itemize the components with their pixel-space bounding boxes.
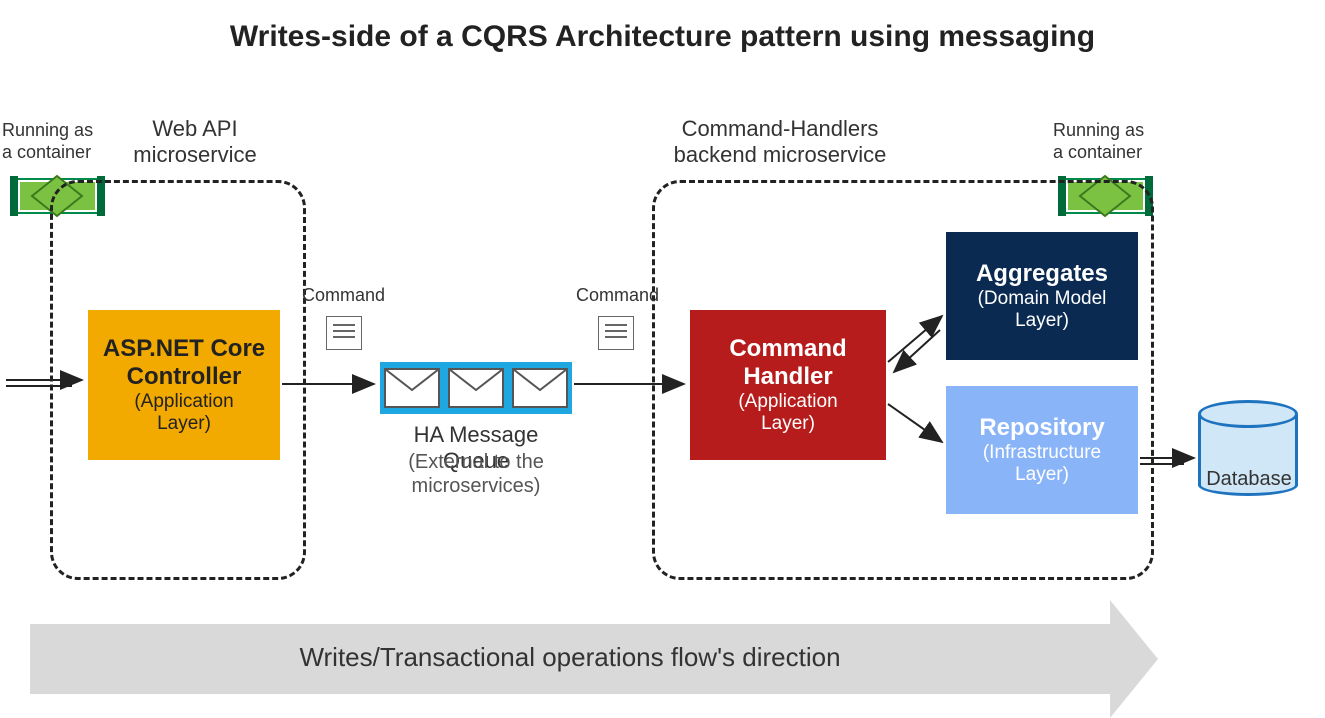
doc-icon-1: [326, 316, 362, 350]
command-label-1: Command: [302, 285, 385, 307]
handler-sub: (Application Layer): [690, 391, 886, 435]
repository-title: Repository: [946, 414, 1138, 442]
diagram-title: Writes-side of a CQRS Architecture patte…: [0, 20, 1325, 54]
handler-title: Command Handler: [690, 335, 886, 391]
running-label-right: Running as a container: [1053, 120, 1163, 163]
database-label: Database: [1194, 468, 1304, 491]
repository-sub: (Infrastructure Layer): [946, 442, 1138, 486]
flow-arrow: Writes/Transactional operations flow's d…: [30, 624, 1110, 694]
repository-block: Repository (Infrastructure Layer): [946, 386, 1138, 514]
aggregates-block: Aggregates (Domain Model Layer): [946, 232, 1138, 360]
command-label-2: Command: [576, 285, 659, 307]
doc-icon-2: [598, 316, 634, 350]
envelope-icon: [512, 368, 568, 408]
queue-sub: (External to the microservices): [380, 450, 572, 498]
aggregates-title: Aggregates: [946, 260, 1138, 288]
handler-block: Command Handler (Application Layer): [690, 310, 886, 460]
controller-sub: (Application Layer): [88, 391, 280, 435]
envelope-icon: [384, 368, 440, 408]
flow-text: Writes/Transactional operations flow's d…: [30, 642, 1110, 673]
running-label-left: Running as a container: [2, 120, 112, 163]
backend-label: Command-Handlers backend microservice: [640, 116, 920, 169]
message-queue: [380, 362, 572, 414]
controller-block: ASP.NET Core Controller (Application Lay…: [88, 310, 280, 460]
aggregates-sub: (Domain Model Layer): [946, 288, 1138, 332]
envelope-icon: [448, 368, 504, 408]
controller-title: ASP.NET Core Controller: [88, 335, 280, 391]
webapi-label: Web API microservice: [120, 116, 270, 169]
